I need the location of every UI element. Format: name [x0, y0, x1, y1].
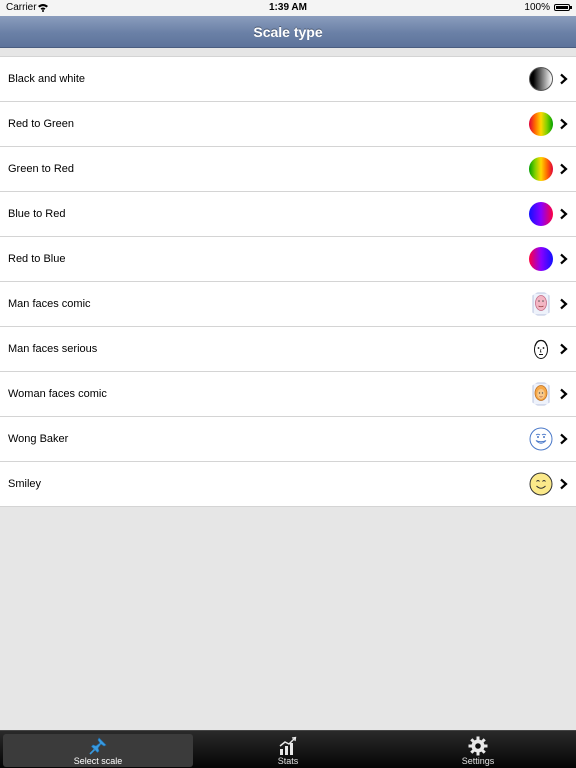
- woman-face-comic-icon: [532, 382, 550, 406]
- scale-row-blue-to-red[interactable]: Blue to Red: [0, 192, 576, 237]
- scale-label: Man faces comic: [8, 298, 91, 310]
- clock-time: 1:39 AM: [269, 2, 307, 13]
- scale-label: Green to Red: [8, 163, 75, 175]
- man-face-comic-icon: [532, 292, 550, 316]
- battery-icon: [554, 4, 572, 11]
- pushpin-icon: [89, 737, 107, 755]
- tab-stats[interactable]: Stats: [193, 734, 383, 767]
- blue-red-gradient-icon: [529, 202, 553, 226]
- tab-bar: Select scale Stats Settings: [0, 730, 576, 768]
- chevron-right-icon: [560, 73, 568, 85]
- scale-label: Smiley: [8, 478, 42, 490]
- green-red-gradient-icon: [529, 157, 553, 181]
- scale-row-man-faces-serious[interactable]: Man faces serious: [0, 327, 576, 372]
- tab-label: Settings: [461, 756, 495, 766]
- bar-chart-icon: [279, 736, 297, 755]
- status-bar: Carrier 1:39 AM 100%: [0, 0, 576, 16]
- chevron-right-icon: [560, 298, 568, 310]
- scale-label: Red to Green: [8, 118, 75, 130]
- chevron-right-icon: [560, 433, 568, 445]
- black-white-gradient-icon: [529, 67, 553, 91]
- scale-row-red-to-green[interactable]: Red to Green: [0, 102, 576, 147]
- gear-icon: [468, 736, 488, 756]
- chevron-right-icon: [560, 163, 568, 175]
- scale-label: Woman faces comic: [8, 388, 107, 400]
- wong-baker-face-icon: [529, 427, 553, 451]
- man-face-serious-icon: [534, 339, 548, 359]
- chevron-right-icon: [560, 118, 568, 130]
- smiley-face-icon: [529, 472, 553, 496]
- scale-label: Man faces serious: [8, 343, 98, 355]
- red-blue-gradient-icon: [529, 247, 553, 271]
- scale-row-red-to-blue[interactable]: Red to Blue: [0, 237, 576, 282]
- tab-select-scale[interactable]: Select scale: [3, 734, 193, 767]
- page-title: Scale type: [253, 24, 323, 40]
- tab-settings[interactable]: Settings: [383, 734, 573, 767]
- tab-label: Select scale: [73, 756, 123, 766]
- chevron-right-icon: [560, 478, 568, 490]
- scale-type-list: Black and white Red to Green Green to Re…: [0, 56, 576, 507]
- red-green-gradient-icon: [529, 112, 553, 136]
- chevron-right-icon: [560, 343, 568, 355]
- chevron-right-icon: [560, 388, 568, 400]
- scale-label: Blue to Red: [8, 208, 66, 220]
- scale-row-woman-faces-comic[interactable]: Woman faces comic: [0, 372, 576, 417]
- chevron-right-icon: [560, 253, 568, 265]
- scale-row-wong-baker[interactable]: Wong Baker: [0, 417, 576, 462]
- chevron-right-icon: [560, 208, 568, 220]
- scale-label: Wong Baker: [8, 433, 69, 445]
- tab-label: Stats: [277, 756, 299, 766]
- scale-row-smiley[interactable]: Smiley: [0, 462, 576, 507]
- scale-label: Black and white: [8, 73, 86, 85]
- scale-label: Red to Blue: [8, 253, 66, 265]
- scale-row-green-to-red[interactable]: Green to Red: [0, 147, 576, 192]
- scale-row-man-faces-comic[interactable]: Man faces comic: [0, 282, 576, 327]
- battery-percentage: 100%: [524, 2, 550, 13]
- scale-row-black-and-white[interactable]: Black and white: [0, 57, 576, 102]
- navigation-bar: Scale type: [0, 16, 576, 48]
